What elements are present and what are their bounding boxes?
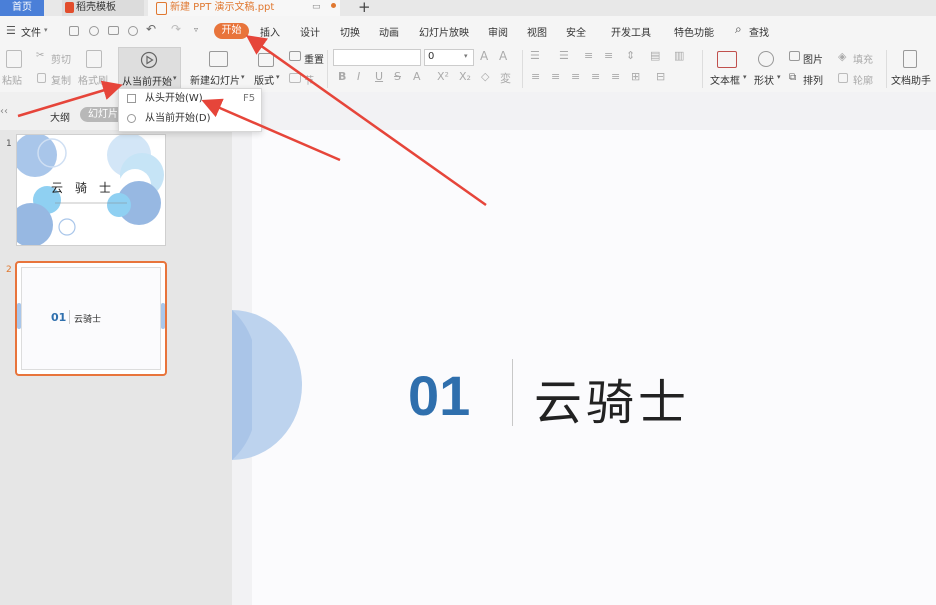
arrow-to-start-menu [245,35,487,207]
arrow-to-play-button [17,80,123,118]
arrow-to-from-beginning [201,98,341,162]
annotation-arrows [17,35,487,207]
